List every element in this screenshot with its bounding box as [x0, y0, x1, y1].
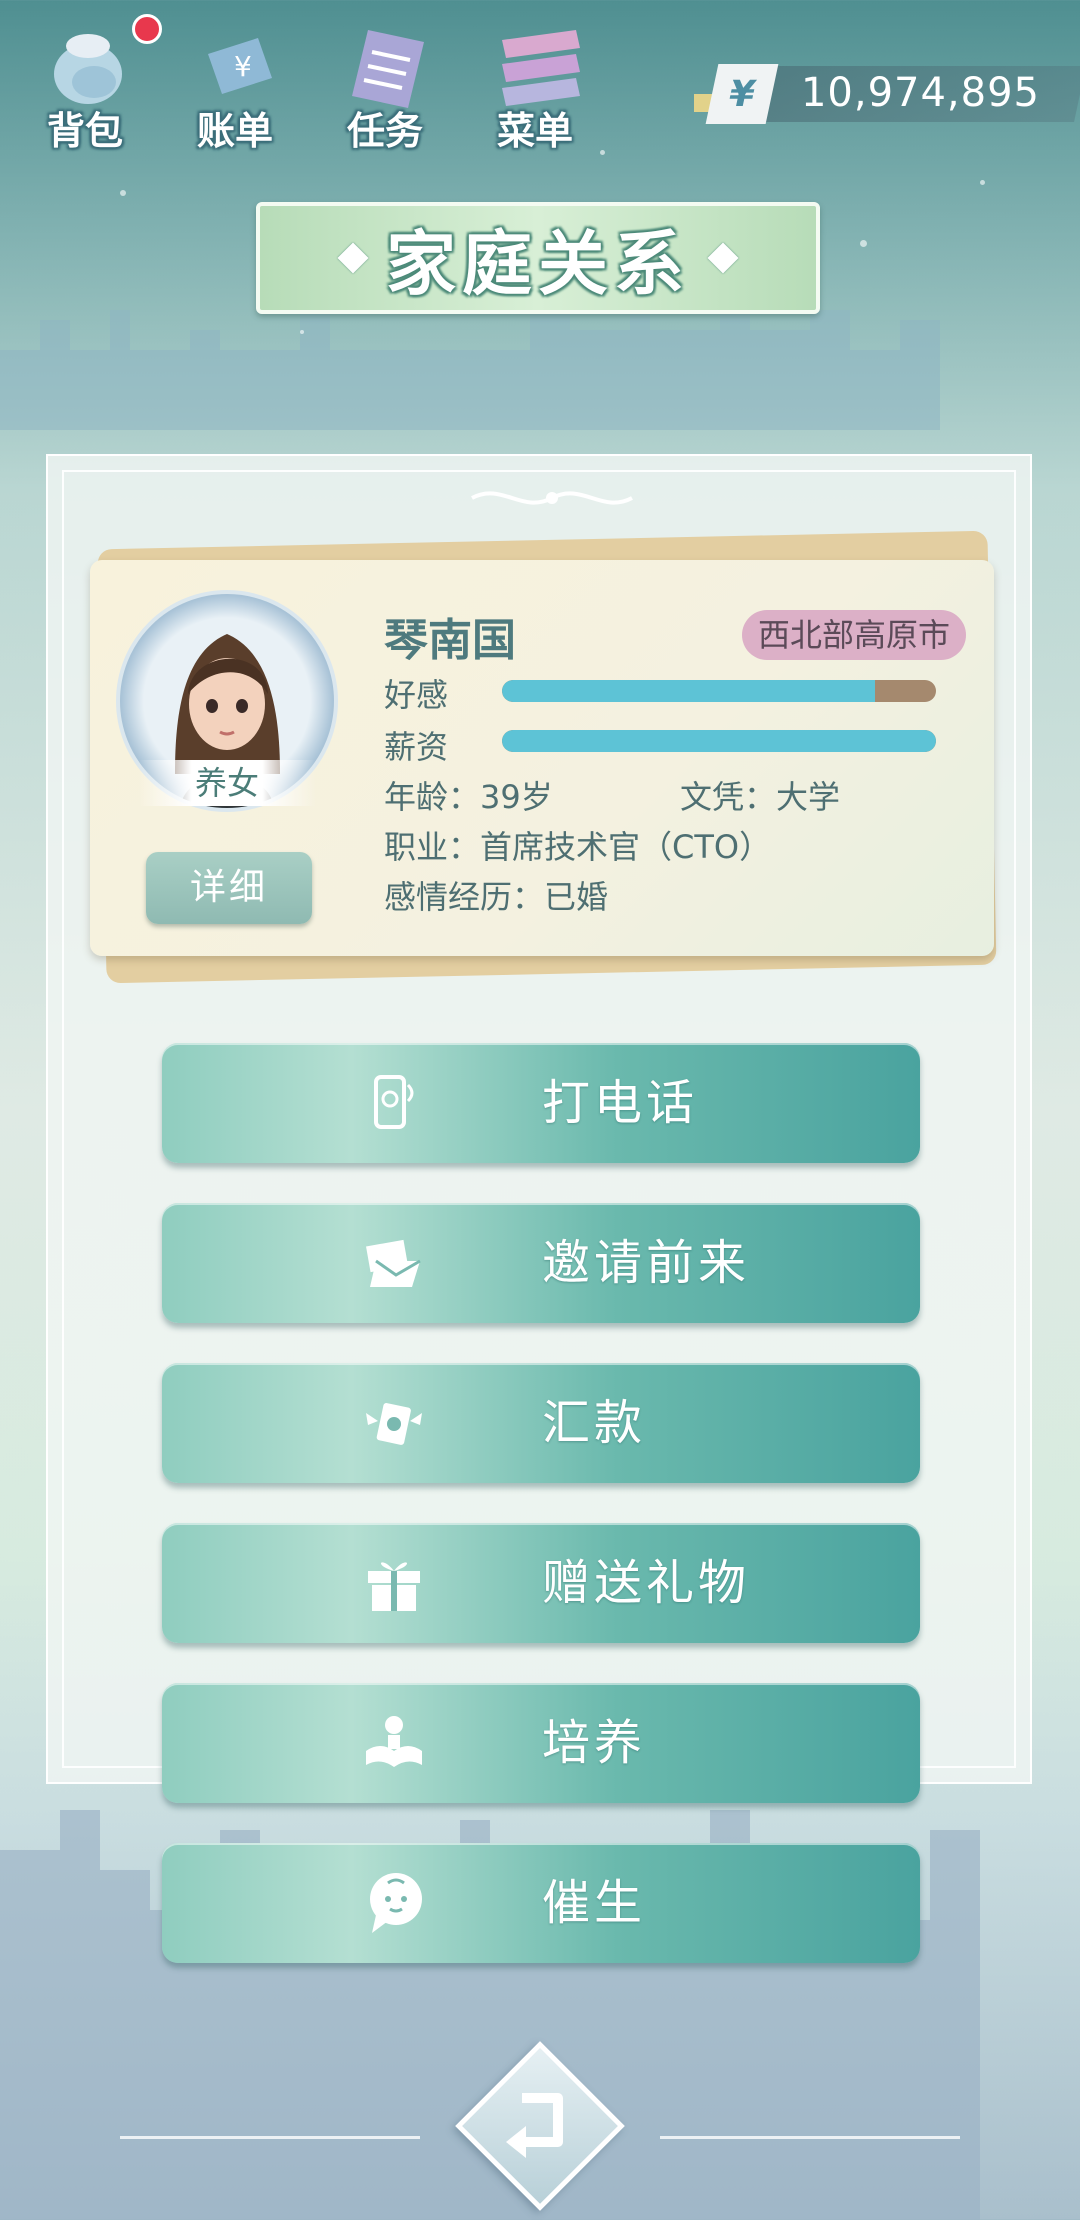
invite-button[interactable]: 邀请前来 — [162, 1203, 920, 1323]
gift-icon — [368, 1562, 420, 1611]
money-value: 10,974,895 — [800, 70, 1040, 116]
call-label: 打电话 — [542, 1075, 699, 1131]
gift-label: 赠送礼物 — [542, 1555, 751, 1611]
nav-backpack-button[interactable]: 背包 — [20, 10, 162, 160]
job-text: 职业：首席技术官（CTO） — [384, 828, 772, 866]
nav-bill-button[interactable]: ¥ 账单 — [170, 10, 300, 160]
notification-badge — [132, 14, 162, 44]
relation-tag: 养女 — [138, 760, 316, 806]
favor-bar — [502, 680, 936, 702]
salary-bar-fill — [502, 730, 936, 752]
detail-button[interactable]: 详细 — [146, 852, 312, 924]
remit-label: 汇款 — [542, 1395, 647, 1451]
remit-button[interactable]: 汇款 — [162, 1363, 920, 1483]
urge-birth-label: 催生 — [542, 1875, 647, 1931]
gift-button[interactable]: 赠送礼物 — [162, 1523, 920, 1643]
money-transfer-icon — [366, 1403, 422, 1445]
back-button[interactable] — [455, 2041, 625, 2211]
yen-icon: ¥ — [705, 64, 779, 124]
page-title-banner: 家庭关系 — [256, 202, 820, 314]
top-menu-bar: 背包 ¥ 账单 任务 菜单 — [20, 10, 680, 160]
age-text: 年龄：39岁 — [384, 778, 553, 816]
svg-text:¥: ¥ — [234, 50, 252, 83]
invitation-icon — [366, 1239, 421, 1287]
favor-bar-fill — [502, 680, 876, 702]
character-name: 琴南国 — [384, 615, 516, 666]
salary-label: 薪资 — [384, 728, 449, 766]
education-text: 文凭：大学 — [680, 778, 841, 816]
profile-card: 养女 详细 琴南国 西北部高原市 好感 薪资 年龄：39岁 文凭：大学 职业：首… — [90, 560, 994, 956]
region-badge: 西北部高原市 — [742, 610, 967, 660]
favor-label: 好感 — [384, 676, 449, 714]
nav-label-task: 任务 — [346, 109, 423, 153]
baby-bubble-icon — [370, 1873, 422, 1933]
nav-label-menu: 菜单 — [496, 109, 573, 153]
invite-label: 邀请前来 — [542, 1235, 751, 1291]
divider-ornament-right — [660, 2136, 960, 2139]
study-icon — [366, 1716, 422, 1767]
divider-ornament-left — [120, 2136, 420, 2139]
nav-label-bill: 账单 — [196, 109, 273, 153]
nav-menu-button[interactable]: 菜单 — [470, 10, 600, 160]
page-title: 家庭关系 — [386, 222, 690, 305]
urge-birth-button[interactable]: 催生 — [162, 1843, 920, 1963]
relationship-text: 感情经历：已婚 — [384, 878, 609, 916]
call-button[interactable]: 打电话 — [162, 1043, 920, 1163]
scroll-ornament-icon — [471, 491, 633, 505]
back-arrow-icon — [506, 2093, 563, 2158]
money-display: ¥ 10,974,895 — [694, 64, 1080, 124]
nurture-label: 培养 — [542, 1715, 647, 1771]
phone-icon — [374, 1075, 414, 1129]
salary-bar — [502, 730, 936, 752]
diamond-ornament-icon — [337, 242, 369, 274]
diamond-ornament-icon — [707, 242, 739, 274]
nav-task-button[interactable]: 任务 — [320, 10, 450, 160]
nav-label-backpack: 背包 — [46, 109, 123, 153]
nurture-button[interactable]: 培养 — [162, 1683, 920, 1803]
